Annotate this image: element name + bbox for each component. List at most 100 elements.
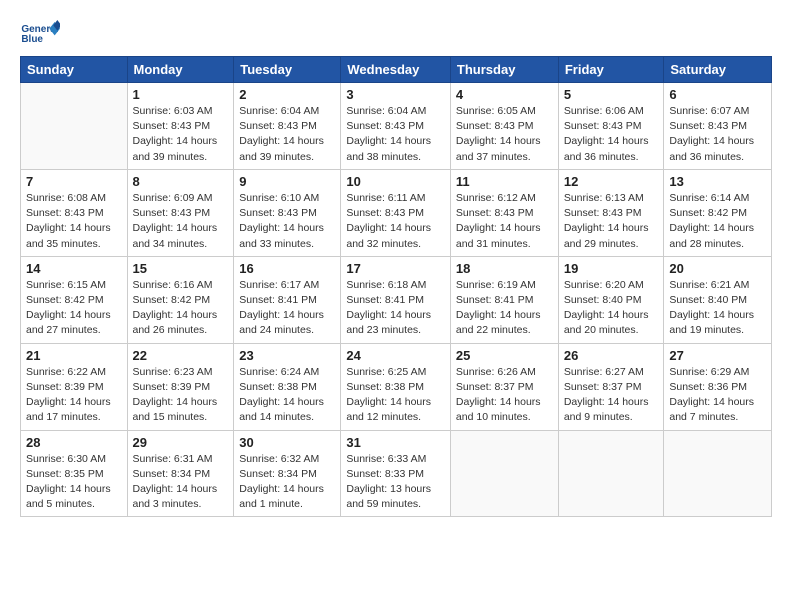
header: General Blue <box>20 18 772 48</box>
calendar-cell <box>450 430 558 517</box>
day-number: 26 <box>564 348 659 363</box>
day-number: 2 <box>239 87 335 102</box>
day-info: Sunrise: 6:05 AM Sunset: 8:43 PM Dayligh… <box>456 104 553 165</box>
day-info: Sunrise: 6:08 AM Sunset: 8:43 PM Dayligh… <box>26 191 122 252</box>
day-number: 16 <box>239 261 335 276</box>
day-info: Sunrise: 6:17 AM Sunset: 8:41 PM Dayligh… <box>239 278 335 339</box>
calendar-cell: 6 Sunrise: 6:07 AM Sunset: 8:43 PM Daylig… <box>664 83 772 170</box>
calendar-header-saturday: Saturday <box>664 57 772 83</box>
calendar-cell: 30Sunrise: 6:32 AM Sunset: 8:34 PM Dayli… <box>234 430 341 517</box>
calendar-cell: 15 Sunrise: 6:16 AM Sunset: 8:42 PM Dayli… <box>127 256 234 343</box>
calendar-header-monday: Monday <box>127 57 234 83</box>
calendar-cell: 29Sunrise: 6:31 AM Sunset: 8:34 PM Dayli… <box>127 430 234 517</box>
day-info: Sunrise: 6:19 AM Sunset: 8:41 PM Dayligh… <box>456 278 553 339</box>
day-info: Sunrise: 6:20 AM Sunset: 8:40 PM Dayligh… <box>564 278 659 339</box>
calendar-cell: 20 Sunrise: 6:21 AM Sunset: 8:40 PM Dayli… <box>664 256 772 343</box>
day-number: 18 <box>456 261 553 276</box>
calendar-header-tuesday: Tuesday <box>234 57 341 83</box>
calendar-cell: 7 Sunrise: 6:08 AM Sunset: 8:43 PM Daylig… <box>21 169 128 256</box>
day-number: 25 <box>456 348 553 363</box>
day-number: 11 <box>456 174 553 189</box>
page: General Blue SundayMondayTuesdayWednesda… <box>0 0 792 612</box>
calendar-cell: 28 Sunrise: 6:30 AM Sunset: 8:35 PM Dayli… <box>21 430 128 517</box>
day-number: 14 <box>26 261 122 276</box>
calendar-cell: 1 Sunrise: 6:03 AM Sunset: 8:43 PM Daylig… <box>127 83 234 170</box>
calendar-header-friday: Friday <box>558 57 664 83</box>
calendar-cell: 23 Sunrise: 6:24 AM Sunset: 8:38 PM Dayli… <box>234 343 341 430</box>
day-info: Sunrise: 6:03 AM Sunset: 8:43 PM Dayligh… <box>133 104 229 165</box>
day-info: Sunrise: 6:06 AM Sunset: 8:43 PM Dayligh… <box>564 104 659 165</box>
calendar-cell: 21 Sunrise: 6:22 AM Sunset: 8:39 PM Dayli… <box>21 343 128 430</box>
day-info: Sunrise: 6:29 AM Sunset: 8:36 PM Dayligh… <box>669 365 766 426</box>
day-number: 12 <box>564 174 659 189</box>
calendar-week-row: 1 Sunrise: 6:03 AM Sunset: 8:43 PM Daylig… <box>21 83 772 170</box>
day-number: 31 <box>346 435 445 450</box>
calendar-week-row: 21 Sunrise: 6:22 AM Sunset: 8:39 PM Dayli… <box>21 343 772 430</box>
day-info: Sunrise: 6:12 AM Sunset: 8:43 PM Dayligh… <box>456 191 553 252</box>
calendar-cell: 3Sunrise: 6:04 AM Sunset: 8:43 PM Daylig… <box>341 83 451 170</box>
calendar-cell: 22Sunrise: 6:23 AM Sunset: 8:39 PM Dayli… <box>127 343 234 430</box>
day-number: 22 <box>133 348 229 363</box>
day-number: 20 <box>669 261 766 276</box>
day-info: Sunrise: 6:11 AM Sunset: 8:43 PM Dayligh… <box>346 191 445 252</box>
calendar-cell: 16 Sunrise: 6:17 AM Sunset: 8:41 PM Dayli… <box>234 256 341 343</box>
logo-icon: General Blue <box>20 18 60 46</box>
day-number: 9 <box>239 174 335 189</box>
day-info: Sunrise: 6:07 AM Sunset: 8:43 PM Dayligh… <box>669 104 766 165</box>
day-number: 29 <box>133 435 229 450</box>
day-info: Sunrise: 6:04 AM Sunset: 8:43 PM Dayligh… <box>239 104 335 165</box>
day-number: 7 <box>26 174 122 189</box>
calendar-cell: 4 Sunrise: 6:05 AM Sunset: 8:43 PM Daylig… <box>450 83 558 170</box>
day-number: 30 <box>239 435 335 450</box>
calendar-cell: 18 Sunrise: 6:19 AM Sunset: 8:41 PM Dayli… <box>450 256 558 343</box>
svg-text:Blue: Blue <box>21 34 43 45</box>
day-info: Sunrise: 6:22 AM Sunset: 8:39 PM Dayligh… <box>26 365 122 426</box>
calendar-cell: 31 Sunrise: 6:33 AM Sunset: 8:33 PM Dayli… <box>341 430 451 517</box>
day-info: Sunrise: 6:16 AM Sunset: 8:42 PM Dayligh… <box>133 278 229 339</box>
calendar-cell: 26Sunrise: 6:27 AM Sunset: 8:37 PM Dayli… <box>558 343 664 430</box>
day-number: 1 <box>133 87 229 102</box>
calendar-cell: 13 Sunrise: 6:14 AM Sunset: 8:42 PM Dayli… <box>664 169 772 256</box>
day-number: 8 <box>133 174 229 189</box>
calendar-week-row: 28 Sunrise: 6:30 AM Sunset: 8:35 PM Dayli… <box>21 430 772 517</box>
calendar-cell: 12Sunrise: 6:13 AM Sunset: 8:43 PM Dayli… <box>558 169 664 256</box>
calendar-cell: 17Sunrise: 6:18 AM Sunset: 8:41 PM Dayli… <box>341 256 451 343</box>
calendar-week-row: 7 Sunrise: 6:08 AM Sunset: 8:43 PM Daylig… <box>21 169 772 256</box>
day-number: 28 <box>26 435 122 450</box>
calendar-cell <box>21 83 128 170</box>
calendar-header-wednesday: Wednesday <box>341 57 451 83</box>
day-info: Sunrise: 6:15 AM Sunset: 8:42 PM Dayligh… <box>26 278 122 339</box>
day-info: Sunrise: 6:26 AM Sunset: 8:37 PM Dayligh… <box>456 365 553 426</box>
calendar-cell: 10 Sunrise: 6:11 AM Sunset: 8:43 PM Dayli… <box>341 169 451 256</box>
calendar-cell: 9 Sunrise: 6:10 AM Sunset: 8:43 PM Daylig… <box>234 169 341 256</box>
calendar-cell: 27Sunrise: 6:29 AM Sunset: 8:36 PM Dayli… <box>664 343 772 430</box>
calendar-header-thursday: Thursday <box>450 57 558 83</box>
day-number: 5 <box>564 87 659 102</box>
day-info: Sunrise: 6:30 AM Sunset: 8:35 PM Dayligh… <box>26 452 122 513</box>
day-info: Sunrise: 6:33 AM Sunset: 8:33 PM Dayligh… <box>346 452 445 513</box>
day-info: Sunrise: 6:24 AM Sunset: 8:38 PM Dayligh… <box>239 365 335 426</box>
day-info: Sunrise: 6:21 AM Sunset: 8:40 PM Dayligh… <box>669 278 766 339</box>
day-number: 19 <box>564 261 659 276</box>
calendar-header-row: SundayMondayTuesdayWednesdayThursdayFrid… <box>21 57 772 83</box>
day-number: 4 <box>456 87 553 102</box>
day-info: Sunrise: 6:25 AM Sunset: 8:38 PM Dayligh… <box>346 365 445 426</box>
day-number: 6 <box>669 87 766 102</box>
day-number: 13 <box>669 174 766 189</box>
calendar-cell <box>558 430 664 517</box>
day-number: 24 <box>346 348 445 363</box>
day-info: Sunrise: 6:10 AM Sunset: 8:43 PM Dayligh… <box>239 191 335 252</box>
day-number: 10 <box>346 174 445 189</box>
calendar-cell <box>664 430 772 517</box>
day-number: 21 <box>26 348 122 363</box>
calendar-header-sunday: Sunday <box>21 57 128 83</box>
day-info: Sunrise: 6:04 AM Sunset: 8:43 PM Dayligh… <box>346 104 445 165</box>
calendar-cell: 5 Sunrise: 6:06 AM Sunset: 8:43 PM Daylig… <box>558 83 664 170</box>
calendar-week-row: 14 Sunrise: 6:15 AM Sunset: 8:42 PM Dayli… <box>21 256 772 343</box>
day-info: Sunrise: 6:14 AM Sunset: 8:42 PM Dayligh… <box>669 191 766 252</box>
calendar-cell: 19 Sunrise: 6:20 AM Sunset: 8:40 PM Dayli… <box>558 256 664 343</box>
day-number: 23 <box>239 348 335 363</box>
calendar-cell: 25 Sunrise: 6:26 AM Sunset: 8:37 PM Dayli… <box>450 343 558 430</box>
calendar-cell: 11 Sunrise: 6:12 AM Sunset: 8:43 PM Dayli… <box>450 169 558 256</box>
day-number: 15 <box>133 261 229 276</box>
